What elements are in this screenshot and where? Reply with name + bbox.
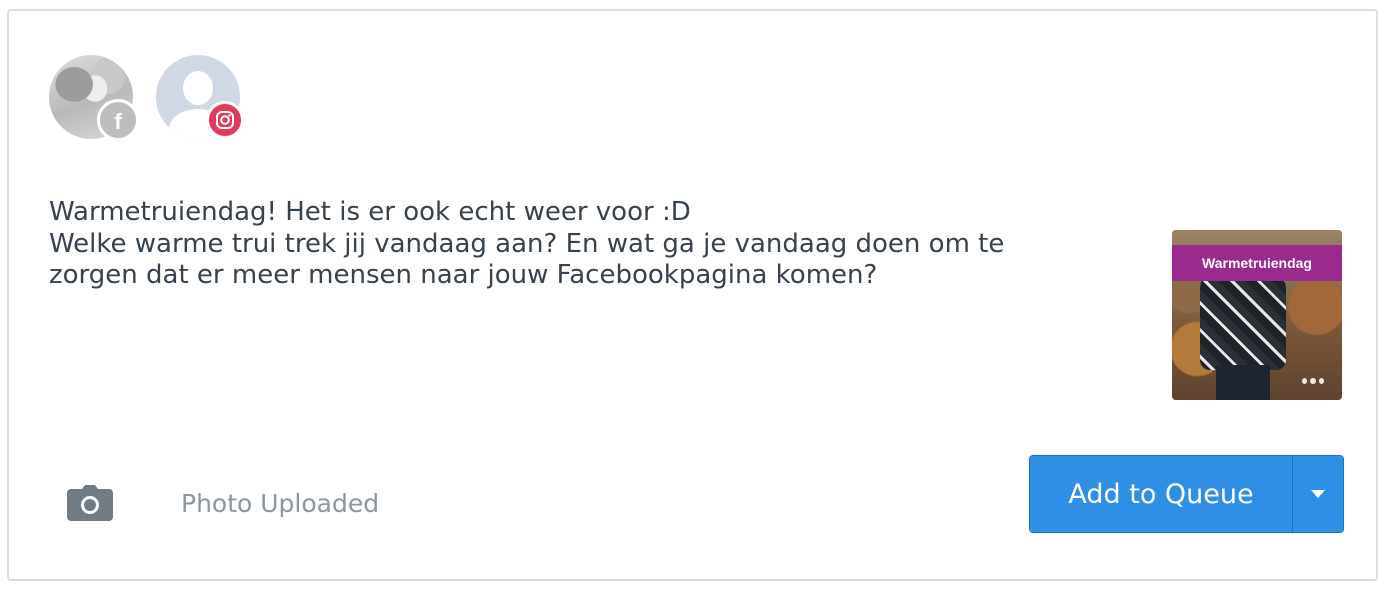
add-to-queue-button[interactable]: Add to Queue <box>1030 456 1293 532</box>
post-text-line: zorgen dat er meer mensen naar jouw Face… <box>49 260 878 290</box>
camera-icon[interactable] <box>67 485 113 526</box>
post-text-line: Welke warme trui trek jij vandaag aan? E… <box>49 228 1005 259</box>
logo-icon <box>1302 378 1324 386</box>
caret-down-icon <box>1311 490 1325 498</box>
post-text-line: Warmetruiendag! Het is er ook echt weer … <box>49 197 691 227</box>
upload-status: Photo Uploaded <box>181 489 380 518</box>
profile-facebook[interactable]: f <box>49 55 139 141</box>
instagram-icon <box>206 101 244 139</box>
add-to-queue-split-button: Add to Queue <box>1029 455 1344 533</box>
attached-photo-thumbnail[interactable]: Warmetruiendag <box>1172 230 1342 400</box>
profile-instagram[interactable] <box>156 55 244 141</box>
thumbnail-banner-text: Warmetruiendag <box>1172 245 1342 281</box>
queue-options-dropdown[interactable] <box>1293 456 1343 532</box>
facebook-icon: f <box>97 99 139 141</box>
post-text[interactable]: Warmetruiendag! Het is er ook echt weer … <box>49 197 1029 292</box>
post-composer-card: f Warmetruiendag! Het is er ook echt wee… <box>7 9 1378 581</box>
